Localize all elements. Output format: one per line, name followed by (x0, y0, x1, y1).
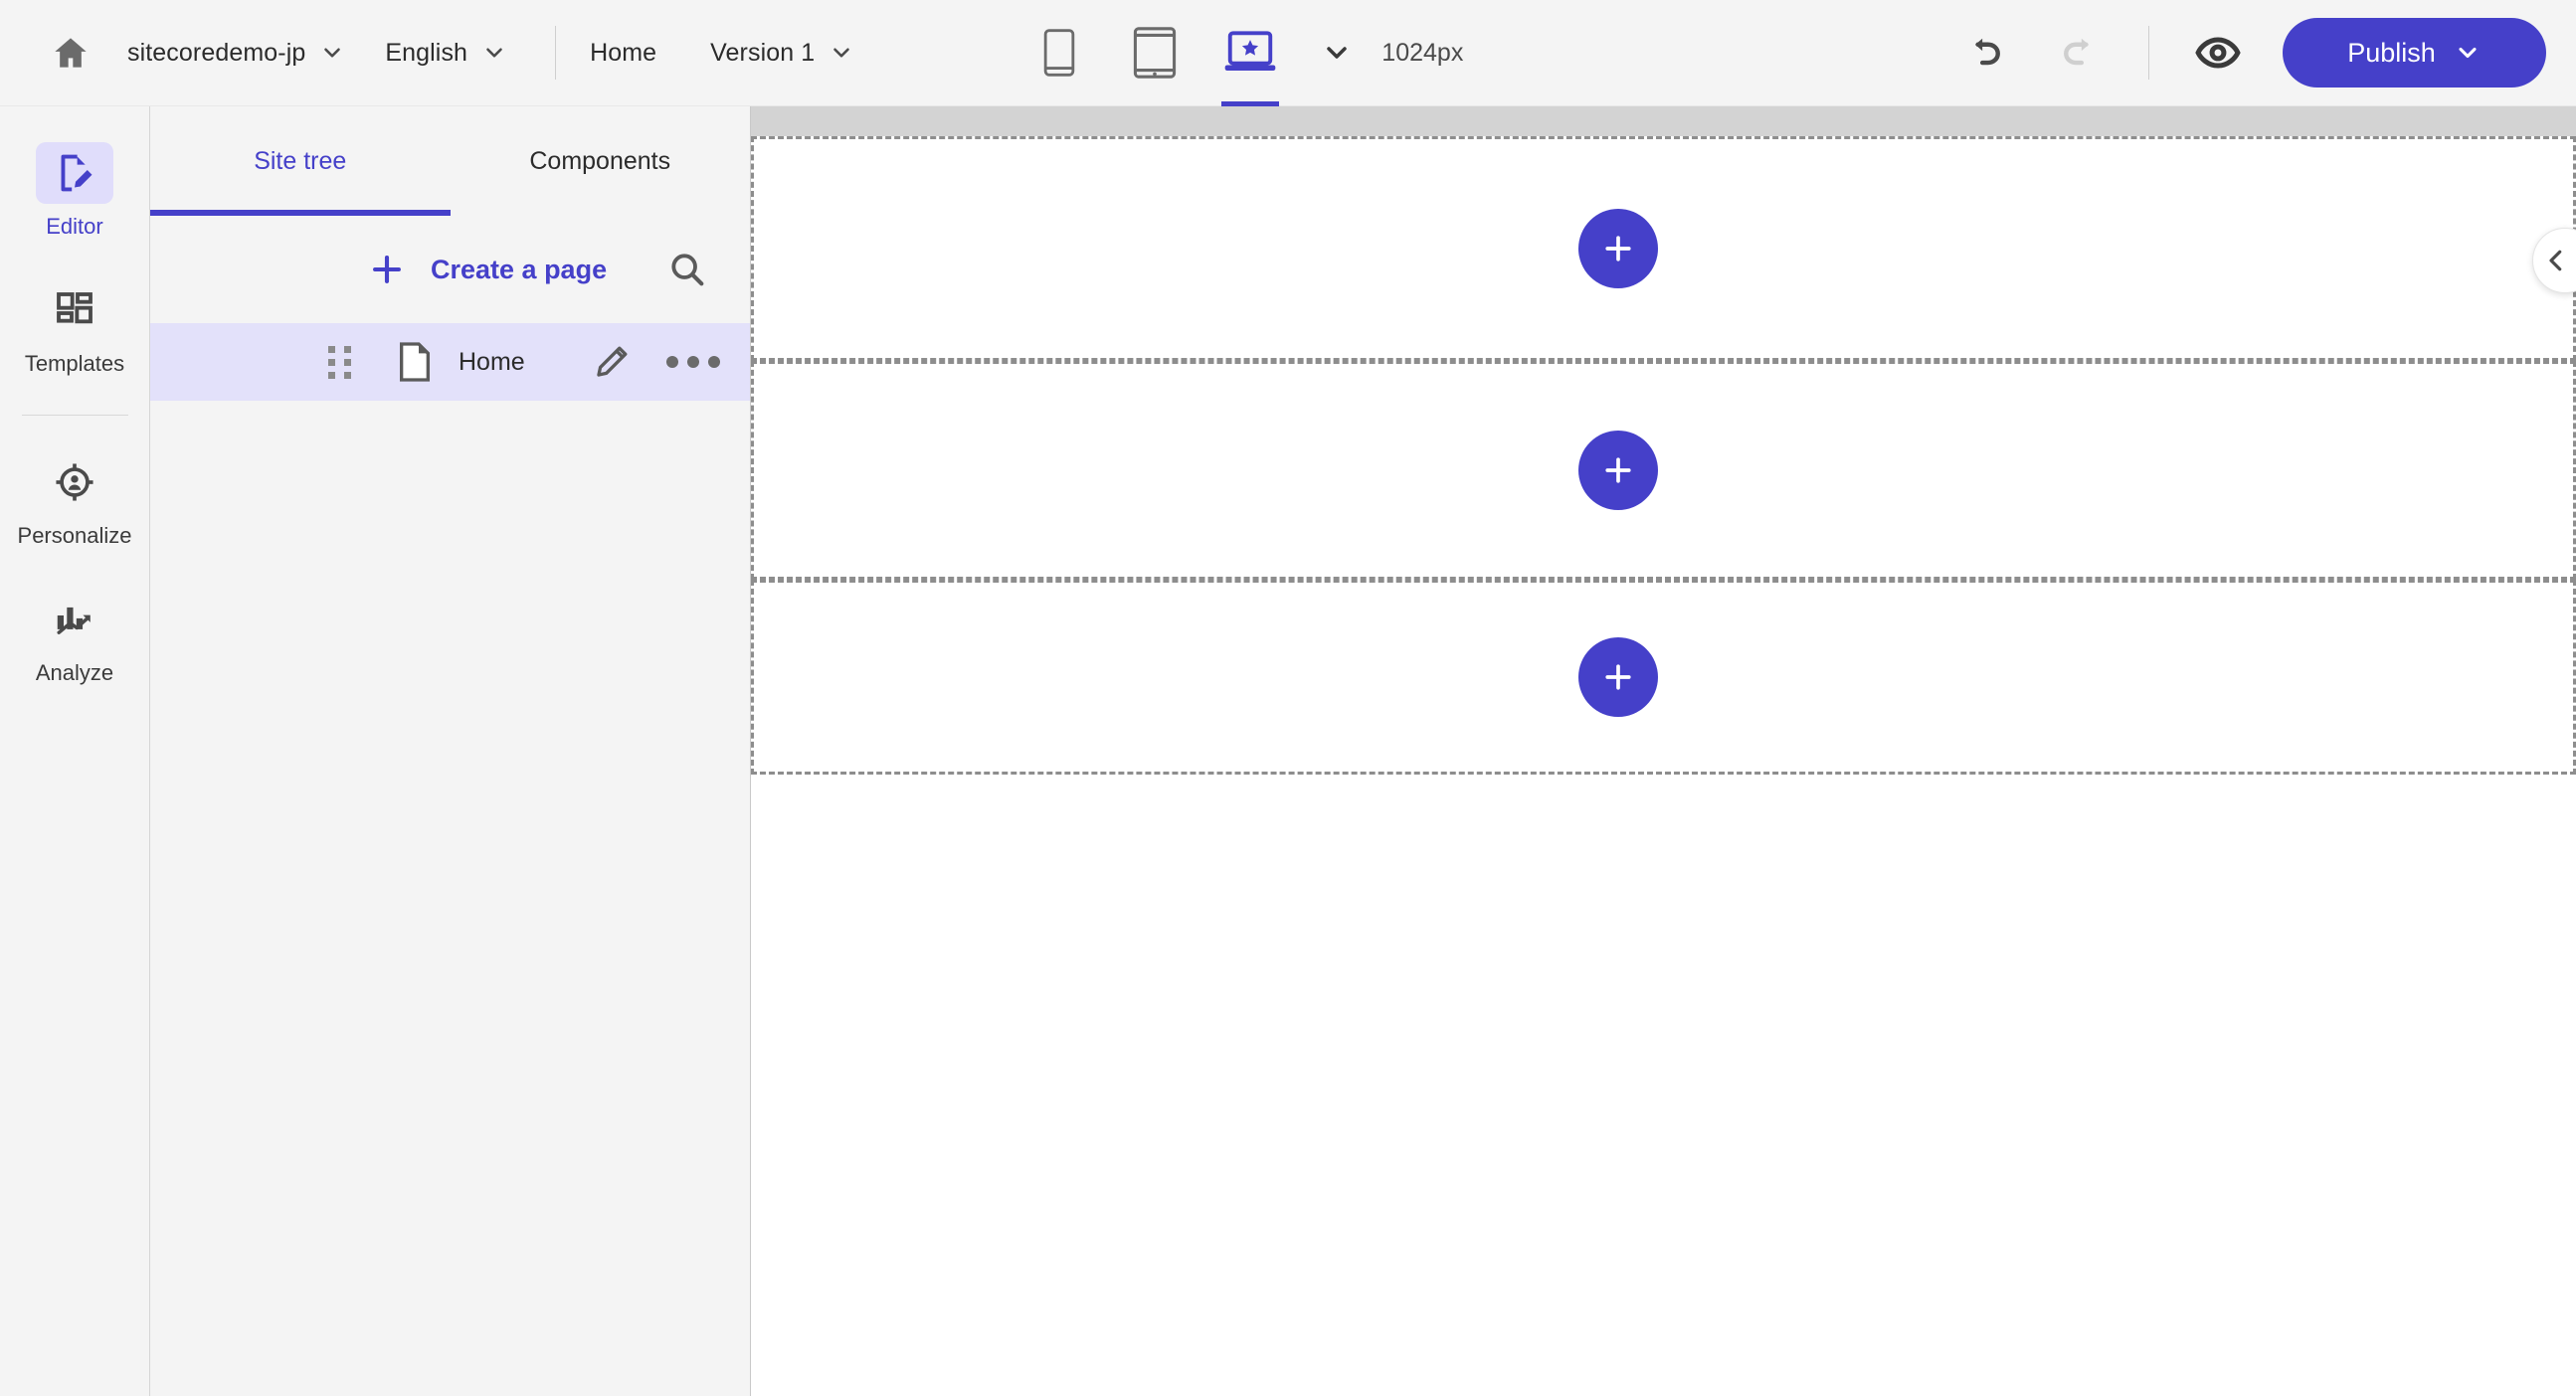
eye-icon (2195, 37, 2241, 69)
site-selector[interactable]: sitecoredemo-jp (127, 36, 359, 70)
device-mobile-button[interactable] (1012, 0, 1107, 106)
device-toggle-group: 1024px (1012, 0, 1463, 106)
rail-item-editor[interactable]: Editor (0, 132, 150, 252)
create-page-row: Create a page (150, 216, 750, 323)
rail-item-personalize[interactable]: Personalize (0, 441, 150, 561)
header-divider-right (2148, 26, 2149, 80)
page-icon (393, 342, 437, 382)
tab-label: Site tree (254, 146, 347, 175)
current-page-label: Home (590, 38, 657, 67)
viewport-width-label: 1024px (1381, 38, 1464, 67)
site-name-label: sitecoredemo-jp (127, 38, 306, 67)
tab-site-tree[interactable]: Site tree (150, 106, 451, 216)
top-header-bar: sitecoredemo-jp English Home Version 1 1… (0, 0, 2576, 106)
chevron-down-icon (477, 36, 511, 70)
analyze-chart-icon (36, 589, 113, 650)
rail-item-analyze[interactable]: Analyze (0, 579, 150, 698)
add-component-button[interactable] (1577, 637, 1658, 717)
panel-tab-bar: Site tree Components (150, 106, 750, 216)
device-desktop-button[interactable] (1202, 0, 1298, 106)
search-button[interactable] (658, 241, 716, 298)
add-component-button[interactable] (1577, 209, 1658, 288)
placeholder-region-2[interactable] (751, 361, 2576, 580)
rail-item-label: Editor (46, 214, 103, 239)
tablet-icon (1134, 27, 1177, 79)
tree-item-actions (589, 339, 750, 385)
more-options-button[interactable] (666, 339, 720, 385)
version-label: Version 1 (710, 38, 816, 67)
publish-label: Publish (2347, 37, 2436, 68)
tree-item-label: Home (459, 347, 525, 376)
rail-item-label: Analyze (35, 660, 114, 685)
site-tree-panel: Site tree Components Create a page Home (150, 106, 751, 1396)
left-nav-rail: Editor Templates Personalize Analyze (0, 106, 150, 1396)
device-tablet-button[interactable] (1107, 0, 1202, 106)
chevron-left-icon (2541, 246, 2571, 275)
redo-icon (2064, 38, 2089, 66)
tab-components[interactable]: Components (451, 106, 751, 216)
chevron-down-icon (825, 36, 858, 70)
page-editor-app: sitecoredemo-jp English Home Version 1 1… (0, 0, 2576, 1396)
pencil-icon (597, 346, 628, 377)
plus-icon (1601, 453, 1635, 487)
undo-icon (1975, 38, 2000, 66)
rail-divider (21, 415, 128, 416)
tab-label: Components (529, 146, 671, 175)
rail-item-label: Personalize (17, 523, 132, 548)
tree-item-home[interactable]: Home (150, 323, 750, 401)
device-width-chevron-down-icon[interactable] (1320, 36, 1354, 70)
rail-item-label: Templates (24, 351, 125, 376)
language-selector[interactable]: English (385, 36, 521, 70)
home-icon[interactable] (40, 22, 101, 84)
plus-icon (367, 250, 407, 289)
search-icon (671, 254, 704, 286)
chevron-down-icon (2454, 39, 2482, 67)
templates-grid-icon (36, 279, 113, 341)
plus-icon (1601, 232, 1635, 265)
canvas-site-header-bar (751, 106, 2576, 136)
undo-button[interactable] (1949, 18, 2019, 87)
mobile-icon (1044, 29, 1075, 77)
redo-button[interactable] (2045, 18, 2115, 87)
document-edit-icon (36, 142, 113, 204)
page-canvas (751, 106, 2576, 1396)
version-selector[interactable]: Version 1 (710, 36, 868, 70)
app-body: Editor Templates Personalize Analyze Sit… (0, 106, 2576, 1396)
canvas-page-body (751, 136, 2576, 775)
laptop-star-icon (1224, 31, 1276, 72)
edit-page-button[interactable] (589, 339, 635, 385)
more-horizontal-icon (666, 356, 720, 368)
header-divider (555, 26, 557, 80)
create-page-button[interactable]: Create a page (367, 250, 607, 289)
create-page-label: Create a page (431, 254, 608, 284)
add-component-button[interactable] (1577, 431, 1658, 510)
plus-icon (1601, 660, 1635, 694)
publish-button[interactable]: Publish (2283, 18, 2546, 87)
drag-handle-icon[interactable] (307, 345, 371, 379)
rail-item-templates[interactable]: Templates (0, 269, 150, 389)
placeholder-region-1[interactable] (751, 136, 2576, 361)
tree-empty-area (150, 401, 750, 1396)
personalize-target-icon (36, 451, 113, 513)
preview-button[interactable] (2183, 18, 2253, 87)
language-label: English (385, 38, 468, 67)
placeholder-region-3[interactable] (751, 580, 2576, 775)
chevron-down-icon (315, 36, 349, 70)
